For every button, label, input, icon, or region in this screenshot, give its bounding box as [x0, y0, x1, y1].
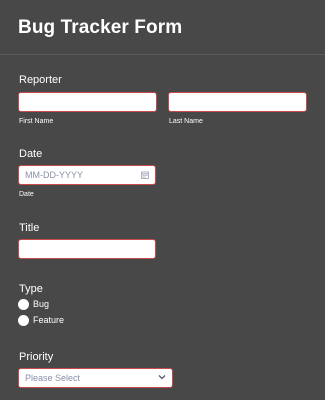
form-title: Bug Tracker Form [18, 17, 183, 38]
date-placeholder: MM-DD-YYYY [25, 170, 83, 180]
date-label: Date [19, 148, 43, 160]
feature-radio[interactable] [18, 315, 29, 326]
priority-label: Priority [19, 351, 54, 363]
reporter-label: Reporter [19, 74, 62, 86]
last-name-sublabel: Last Name [169, 118, 203, 125]
priority-placeholder: Please Select [25, 373, 81, 383]
date-input[interactable]: MM-DD-YYYY [18, 165, 156, 185]
first-name-input[interactable] [18, 92, 157, 112]
calendar-icon[interactable] [141, 171, 149, 179]
type-label: Type [19, 283, 43, 295]
title-input[interactable] [18, 239, 156, 259]
priority-select[interactable]: Please Select [18, 368, 173, 388]
form-header: Bug Tracker Form [0, 0, 325, 55]
bug-radio-label: Bug [33, 299, 50, 309]
bug-radio[interactable] [18, 299, 29, 310]
first-name-sublabel: First Name [19, 118, 54, 125]
feature-radio-label: Feature [33, 315, 65, 325]
date-sublabel: Date [19, 191, 34, 198]
title-label: Title [19, 222, 40, 234]
last-name-input[interactable] [168, 92, 307, 112]
chevron-down-icon[interactable] [158, 374, 166, 380]
